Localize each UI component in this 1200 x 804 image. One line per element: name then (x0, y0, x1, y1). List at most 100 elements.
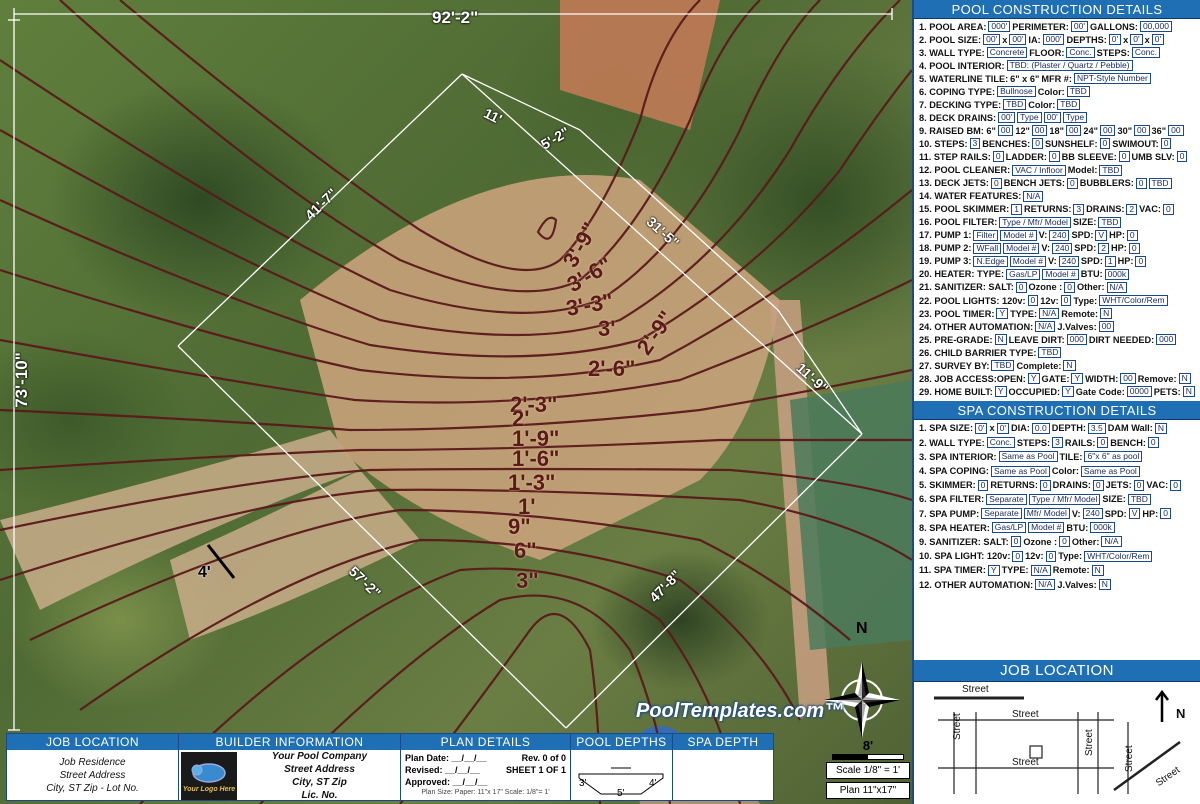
detail-field[interactable]: 0 (1027, 295, 1039, 306)
detail-field[interactable]: Y (987, 564, 1000, 576)
detail-field[interactable]: Y (1071, 373, 1084, 385)
detail-field[interactable]: 0' (1108, 34, 1122, 46)
detail-field[interactable]: N (1098, 579, 1111, 591)
detail-field[interactable]: Model # (1003, 242, 1040, 254)
detail-field[interactable]: Y (996, 308, 1009, 320)
detail-field[interactable]: 00 (1120, 373, 1136, 385)
detail-field[interactable]: Model # (1042, 268, 1079, 280)
detail-field[interactable]: Filter (973, 229, 999, 241)
detail-field[interactable]: Y (1062, 386, 1074, 398)
detail-field[interactable]: 00 (1098, 321, 1115, 333)
detail-field[interactable]: 3 (1052, 437, 1063, 449)
detail-field[interactable]: N/A (1030, 564, 1051, 576)
detail-field[interactable]: 00 (1100, 125, 1116, 137)
detail-field[interactable]: N (1091, 564, 1104, 576)
detail-field[interactable]: 00' (1043, 112, 1061, 124)
detail-field[interactable]: N/A (1023, 190, 1044, 202)
detail-field[interactable]: TBD (1057, 99, 1081, 111)
detail-field[interactable]: TBD (1003, 99, 1027, 111)
detail-field[interactable]: Model # (1000, 229, 1037, 241)
detail-field[interactable]: N/A (1106, 281, 1127, 293)
detail-field[interactable]: 0 (1012, 550, 1024, 562)
detail-field[interactable]: WFall (973, 242, 1002, 254)
detail-field[interactable]: 3.5 (1087, 422, 1106, 434)
detail-field[interactable]: Gas/LP (1006, 268, 1041, 280)
detail-field[interactable]: 0 (1059, 536, 1070, 548)
detail-field[interactable]: 00 (1168, 125, 1184, 137)
detail-field[interactable]: 0 (1126, 229, 1138, 241)
detail-field[interactable]: 0 (1160, 508, 1171, 520)
detail-field[interactable]: 00' (1070, 21, 1088, 33)
detail-field[interactable]: WHT/Color/Rem (1084, 550, 1153, 562)
detail-field[interactable]: TBD (1038, 347, 1062, 359)
detail-field[interactable]: 0 (990, 177, 1002, 189)
detail-field[interactable]: 0' (996, 422, 1009, 434)
detail-field[interactable]: Type / Mfr/ Model (999, 216, 1071, 228)
detail-field[interactable]: TBD (1127, 493, 1151, 505)
detail-field[interactable]: N/A (1039, 308, 1060, 320)
detail-field[interactable]: 0 (1039, 479, 1051, 491)
detail-field[interactable]: V (1095, 229, 1108, 241)
detail-field[interactable]: 0 (1032, 138, 1043, 150)
detail-field[interactable]: WHT/Color/Rem (1099, 295, 1168, 306)
detail-field[interactable]: N (1100, 308, 1113, 320)
detail-field[interactable]: N (1063, 360, 1076, 372)
detail-field[interactable]: N (1178, 373, 1191, 385)
detail-field[interactable]: 0 (1015, 281, 1027, 293)
detail-field[interactable]: Mfr/ Model (1023, 508, 1070, 520)
detail-field[interactable]: N (994, 334, 1007, 346)
detail-field[interactable]: N.Edge (973, 255, 1008, 267)
detail-field[interactable]: 0 (1128, 242, 1140, 254)
detail-field[interactable]: Conc. (986, 437, 1015, 449)
detail-field[interactable]: TBD: (Plaster / Quartz / Pebble) (1006, 60, 1133, 72)
detail-field[interactable]: TBD (1148, 177, 1172, 189)
detail-field[interactable]: Gas/LP (991, 522, 1027, 534)
detail-field[interactable]: Separate (981, 508, 1022, 520)
detail-field[interactable]: N/A (1035, 579, 1056, 591)
detail-field[interactable]: 000 (1066, 334, 1087, 346)
detail-field[interactable]: Y (994, 386, 1007, 398)
detail-field[interactable]: N/A (1035, 321, 1056, 333)
detail-field[interactable]: TBD (1099, 164, 1123, 176)
detail-field[interactable]: Model # (1009, 255, 1047, 267)
detail-field[interactable]: 0' (1130, 34, 1143, 46)
detail-field[interactable]: 3 (1073, 203, 1085, 215)
detail-field[interactable]: N (1154, 422, 1167, 434)
detail-field[interactable]: 0 (1010, 536, 1022, 548)
detail-field[interactable]: 0 (992, 151, 1004, 163)
detail-field[interactable]: Y (1027, 373, 1040, 385)
detail-field[interactable]: Model # (1028, 522, 1065, 534)
detail-field[interactable]: 240 (1058, 255, 1079, 267)
detail-field[interactable]: 00' (983, 34, 1001, 46)
detail-field[interactable]: Conc. (1131, 47, 1161, 59)
detail-field[interactable]: 00 (1031, 125, 1048, 137)
detail-field[interactable]: 000' (988, 21, 1011, 33)
detail-field[interactable]: Concrete (986, 47, 1028, 59)
detail-field[interactable]: 3 (969, 138, 981, 150)
detail-field[interactable]: Same as Pool (990, 465, 1050, 477)
detail-field[interactable]: 000k (1090, 522, 1115, 534)
detail-field[interactable]: 0' (975, 422, 988, 434)
detail-field[interactable]: TBD (991, 360, 1015, 372)
detail-field[interactable]: VAC / Infloor (1012, 164, 1066, 176)
detail-field[interactable]: NPT-Style Number (1073, 73, 1151, 85)
detail-field[interactable]: 000k (1104, 268, 1130, 280)
detail-field[interactable]: 0 (1147, 437, 1159, 449)
detail-field[interactable]: Type (1017, 112, 1042, 124)
detail-field[interactable]: 000 (1156, 334, 1177, 346)
detail-field[interactable]: 0 (1045, 550, 1057, 562)
detail-field[interactable]: 240 (1082, 508, 1103, 520)
detail-field[interactable]: 0 (1133, 479, 1145, 491)
detail-field[interactable]: Same as Pool (998, 451, 1058, 463)
detail-field[interactable]: 0 (1135, 177, 1147, 189)
detail-field[interactable]: Bullnose (997, 86, 1036, 98)
detail-field[interactable]: 0.0 (1031, 422, 1050, 434)
detail-field[interactable]: Type (1062, 112, 1088, 124)
detail-field[interactable]: 0 (1118, 151, 1130, 163)
detail-field[interactable]: 0 (1160, 138, 1172, 150)
detail-field[interactable]: 240 (1049, 229, 1070, 241)
detail-field[interactable]: 00 (1065, 125, 1082, 137)
detail-field[interactable]: 0000 (1126, 386, 1152, 398)
detail-field[interactable]: 00' (998, 112, 1016, 124)
detail-field[interactable]: 0 (1099, 138, 1111, 150)
